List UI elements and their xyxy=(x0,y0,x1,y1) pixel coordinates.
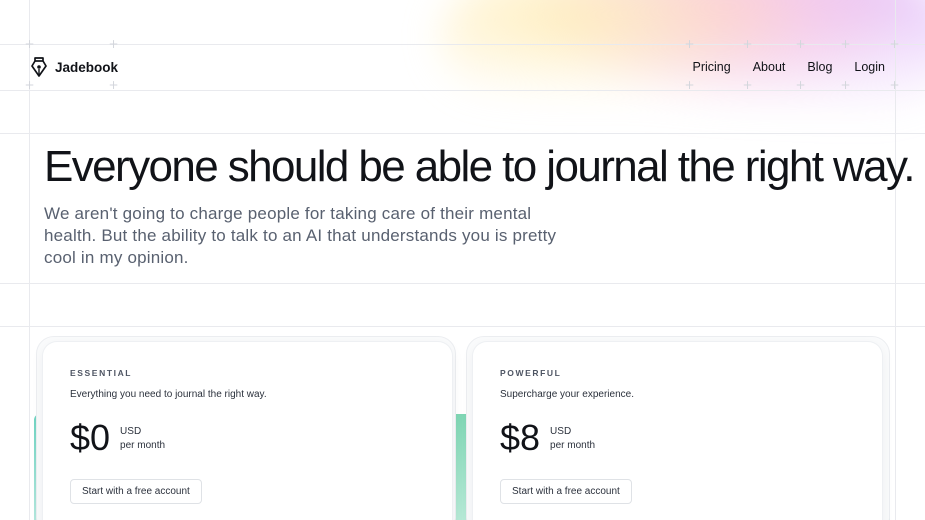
price-period: per month xyxy=(120,440,166,451)
brand-logo-link[interactable]: Jadebook xyxy=(30,57,118,77)
nav-link-login[interactable]: Login xyxy=(854,60,885,74)
grid-line xyxy=(0,283,925,284)
grid-line xyxy=(0,326,925,327)
price-currency: USD xyxy=(120,426,142,437)
price-row: $8 USD per month xyxy=(500,418,855,458)
brand-name: Jadebook xyxy=(55,59,119,75)
start-free-account-button[interactable]: Start with a free account xyxy=(70,479,202,504)
main-nav: Pricing About Blog Login xyxy=(692,60,885,74)
plan-description: Supercharge your experience. xyxy=(500,389,634,400)
plan-price: $8 xyxy=(500,417,541,458)
plan-card-powerful: POWERFUL Supercharge your experience. $8… xyxy=(473,342,882,520)
nav-link-pricing[interactable]: Pricing xyxy=(692,60,730,74)
site-header: Jadebook Pricing About Blog Login xyxy=(30,44,895,90)
price-meta: USD per month xyxy=(120,425,165,453)
plan-card-essential: ESSENTIAL Everything you need to journal… xyxy=(43,342,452,520)
price-currency: USD xyxy=(550,426,572,437)
plan-description: Everything you need to journal the right… xyxy=(70,389,267,400)
grid-line xyxy=(0,133,925,134)
plan-tier-label: ESSENTIAL xyxy=(70,368,133,378)
price-row: $0 USD per month xyxy=(70,418,425,458)
plan-price: $0 xyxy=(70,417,111,458)
hero-subtitle: We aren't going to charge people for tak… xyxy=(44,204,557,267)
pen-nib-icon xyxy=(31,57,47,77)
grid-line xyxy=(0,90,925,91)
price-period: per month xyxy=(550,440,596,451)
start-free-account-button[interactable]: Start with a free account xyxy=(500,479,632,504)
nav-link-about[interactable]: About xyxy=(753,60,786,74)
nav-link-blog[interactable]: Blog xyxy=(807,60,832,74)
plan-tier-label: POWERFUL xyxy=(500,368,562,378)
price-meta: USD per month xyxy=(550,425,595,453)
hero-title: Everyone should be able to journal the r… xyxy=(44,142,915,191)
